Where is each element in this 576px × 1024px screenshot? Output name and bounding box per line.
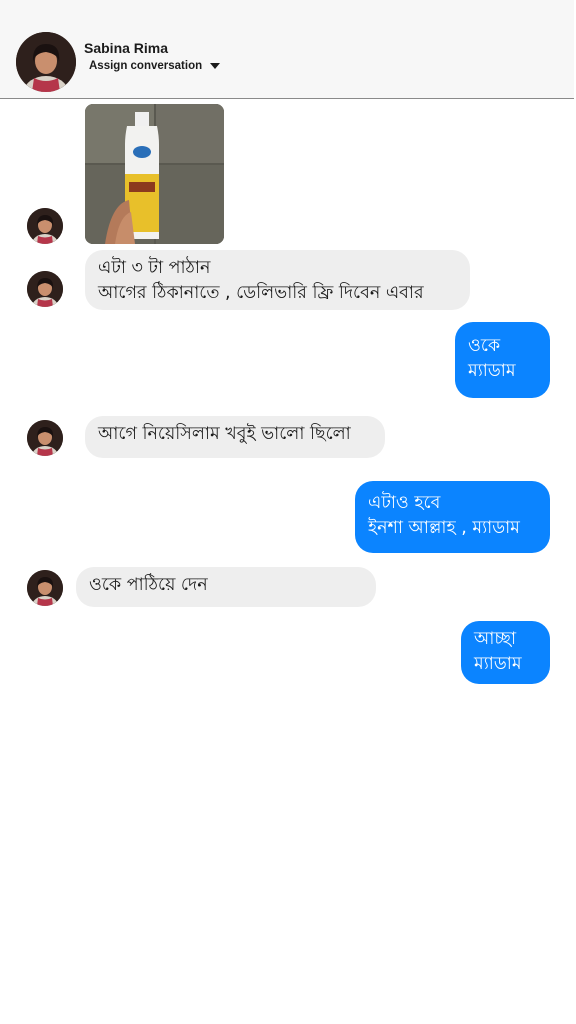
contact-avatar-small [27,420,63,456]
avatar-portrait-icon [27,271,63,307]
message-text-line: এটাও হবে [368,493,441,513]
message-text-line: আগের ঠিকানাতে , ডেলিভারি ফ্রি দিবেন এবার [98,283,424,303]
message-text-line: ম্যাডাম [474,654,522,674]
assign-conversation-label: Assign conversation [89,60,203,72]
incoming-message-bubble[interactable]: আগে নিয়েসিলাম খবুই ভালো ছিলো [85,416,385,458]
message-text-line: ওকে [468,336,501,356]
contact-avatar-small [27,570,63,606]
avatar-portrait-icon [27,570,63,606]
contact-avatar[interactable] [16,32,76,92]
avatar-portrait-icon [27,208,63,244]
message-text-line: আচ্ছা [474,629,517,649]
product-bottle-photo-icon [85,104,224,244]
message-text-line: ওকে পাঠিয়ে দেন [89,575,208,595]
message-image[interactable] [85,104,224,244]
contact-name[interactable]: Sabina Rima [84,40,168,56]
outgoing-message-bubble[interactable]: এটাও হবে ইনশা আল্লাহ , ম্যাডাম [355,481,550,553]
outgoing-message-bubble[interactable]: ওকে ম্যাডাম [455,322,550,398]
avatar-portrait-icon [27,420,63,456]
chat-header: Sabina Rima Assign conversation [0,0,574,99]
message-text-line: এটা ৩ টা পাঠান [98,258,211,278]
avatar-portrait-icon [16,32,76,92]
incoming-message-bubble[interactable]: ওকে পাঠিয়ে দেন [76,567,376,607]
assign-conversation-dropdown[interactable]: Assign conversation [89,60,221,72]
contact-avatar-small [27,208,63,244]
contact-avatar-small [27,271,63,307]
message-text-line: ইনশা আল্লাহ , ম্যাডাম [368,518,520,538]
message-text-line: আগে নিয়েসিলাম খবুই ভালো ছিলো [98,424,351,444]
incoming-message-bubble[interactable]: এটা ৩ টা পাঠান আগের ঠিকানাতে , ডেলিভারি … [85,250,470,310]
outgoing-message-bubble[interactable]: আচ্ছা ম্যাডাম [461,621,550,684]
message-text-line: ম্যাডাম [468,361,516,381]
caret-down-icon [210,63,221,69]
